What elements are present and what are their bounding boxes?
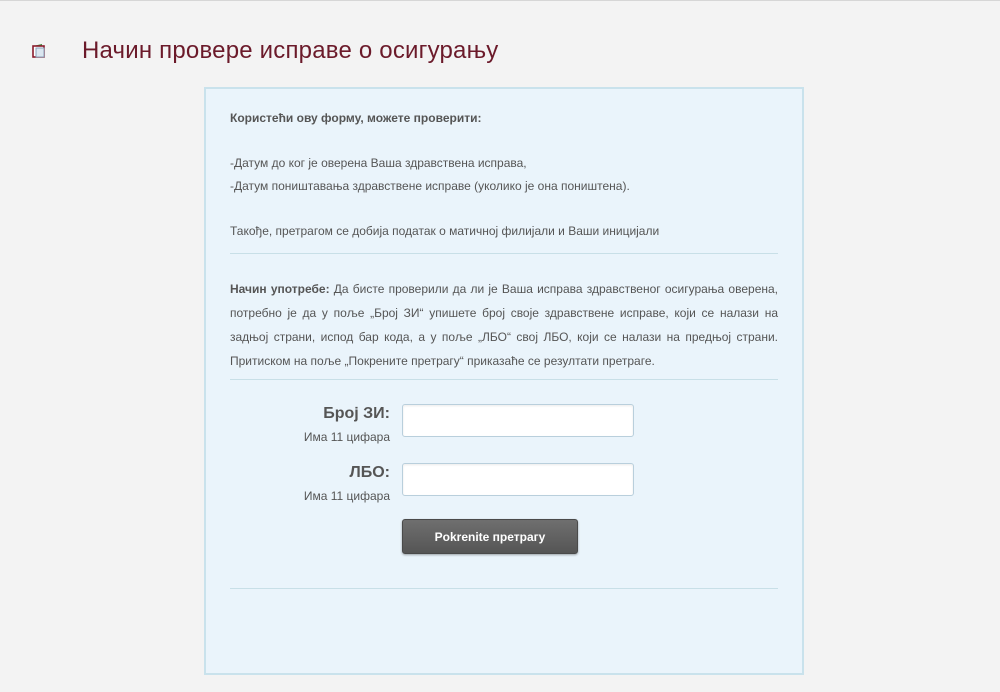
- intro-heading: Користећи ову форму, можете проверити:: [230, 111, 482, 125]
- lbo-hint: Има 11 цифара: [303, 489, 390, 503]
- zi-hint: Има 11 цифара: [303, 430, 390, 444]
- document-icon: [30, 42, 48, 60]
- start-search-button[interactable]: Pokrenite претрагу: [402, 519, 578, 554]
- check-form-panel: Користећи ову форму, можете проверити: -…: [204, 87, 804, 675]
- divider: [230, 588, 778, 589]
- page-title: Начин провере исправе о осигурању: [82, 37, 499, 64]
- page: Начин провере исправе о осигурању Корист…: [0, 0, 1000, 692]
- usage-label: Начин употребе:: [230, 282, 330, 296]
- intro-note: Такође, претрагом се добија податак о ма…: [230, 224, 660, 238]
- usage-instructions: Начин употребе: Да бисте проверили да ли…: [230, 277, 778, 373]
- intro-item: -Датум поништавања здравствене исправе (…: [230, 179, 630, 193]
- lbo-input[interactable]: [402, 463, 634, 496]
- zi-number-input[interactable]: [402, 404, 634, 437]
- divider: [230, 253, 778, 254]
- lbo-label: ЛБО:: [349, 464, 391, 481]
- zi-label: Број ЗИ:: [323, 405, 390, 422]
- intro-item: -Датум до ког је оверена Ваша здравствен…: [230, 156, 527, 170]
- page-header: Начин провере исправе о осигурању: [30, 37, 499, 65]
- divider: [230, 379, 778, 380]
